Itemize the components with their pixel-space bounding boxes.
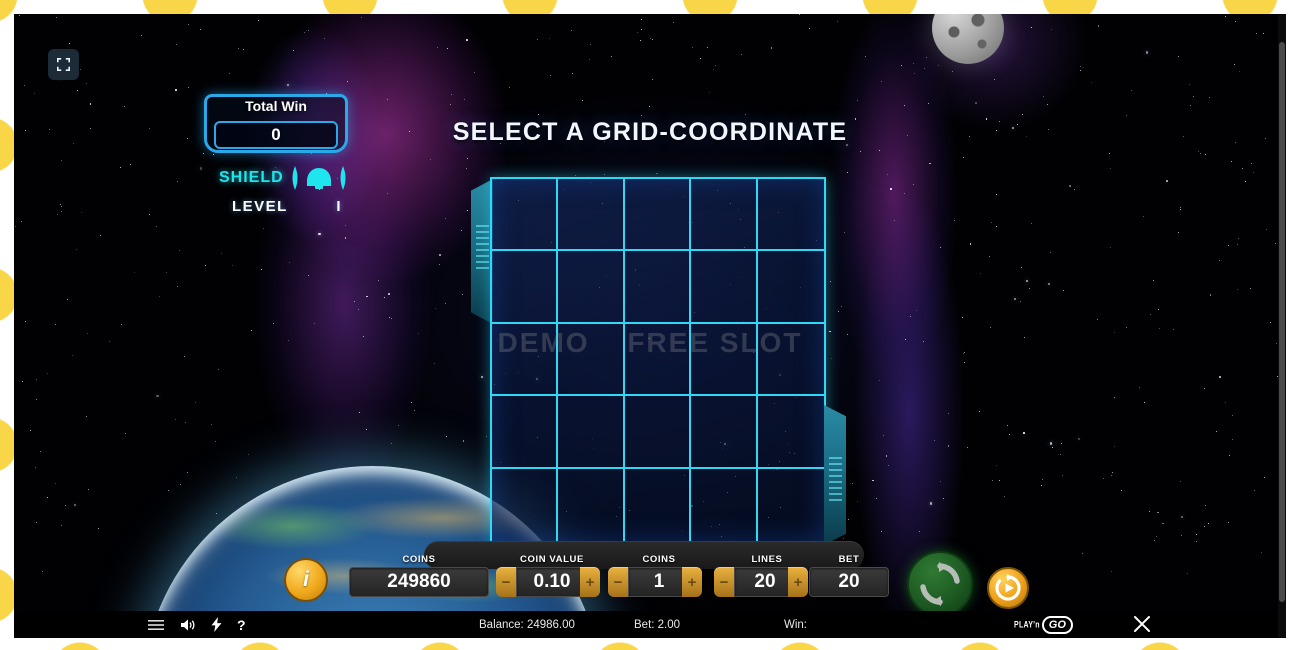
grid-cell-r1-c1[interactable] (492, 179, 559, 252)
status-bar: ? Balance: 24986.00 Bet: 2.00 Win: PLAY'… (14, 611, 1286, 638)
bet-text: Bet: 2.00 (634, 618, 681, 631)
lines-decrease-button[interactable]: − (714, 567, 734, 597)
grid-cell-r3-c3[interactable] (624, 323, 692, 397)
frame-scrollbar[interactable] (1278, 14, 1286, 638)
hamburger-menu-icon (148, 619, 164, 630)
grid-cell-r5-c1[interactable] (492, 468, 559, 541)
info-button[interactable]: i (284, 558, 328, 602)
lines-label: LINES (751, 554, 783, 565)
bet-coins-increase-button[interactable]: + (682, 567, 702, 597)
compress-icon (57, 58, 70, 71)
spin-circular-arrows-icon (920, 562, 960, 606)
help-button[interactable]: ? (237, 617, 246, 633)
grid-cell-r3-c2[interactable] (558, 323, 625, 397)
control-bar: i COINS 249860 COIN VALUE − 0.10 + COINS… (14, 541, 1286, 617)
sound-toggle-button[interactable] (180, 618, 196, 632)
shield-level-row: LEVEL I (232, 198, 342, 215)
grid-cell-r4-c4[interactable] (691, 396, 758, 469)
exit-fullscreen-button[interactable] (48, 49, 79, 80)
shield-indicator: SHIELD (219, 164, 359, 192)
grid-cell-r5-c3[interactable] (625, 468, 692, 541)
grid-cell-r1-c5[interactable] (757, 179, 824, 252)
close-x-icon (1134, 616, 1150, 632)
grid-cell-r2-c2[interactable] (558, 251, 625, 324)
bet-display: 20 (809, 567, 889, 597)
close-button[interactable] (1133, 615, 1151, 636)
total-win-title: Total Win (245, 98, 307, 114)
grid-cell-r1-c3[interactable] (624, 179, 692, 252)
question-mark-icon: ? (237, 616, 246, 633)
grid-cell-r4-c3[interactable] (624, 396, 692, 469)
bet-coins-display: 1 (628, 567, 690, 597)
coin-value-label: COIN VALUE (520, 554, 584, 565)
grid-side-plate-right (824, 405, 846, 545)
hamburger-menu-button[interactable] (148, 619, 164, 631)
grid-cell-r3-c4[interactable] (691, 323, 758, 397)
autoplay-play-icon (995, 574, 1021, 601)
grid-cell-r5-c4[interactable] (691, 468, 758, 541)
grid-container (471, 177, 846, 545)
coins-value: 249860 (349, 567, 489, 597)
coordinate-grid[interactable] (490, 177, 826, 543)
game-frame: Total Win 0 SHIELD LEVEL I SELECT A GRID… (14, 14, 1286, 638)
win-text: Win: (784, 618, 807, 631)
bet-label: BET (838, 554, 860, 565)
grid-cell-r1-c4[interactable] (691, 179, 758, 252)
grid-cell-r2-c1[interactable] (492, 251, 559, 324)
page-title: SELECT A GRID-COORDINATE (452, 118, 848, 146)
coin-value-display: 0.10 (516, 567, 588, 597)
grid-cell-r5-c2[interactable] (558, 468, 625, 541)
grid-cell-r3-c5[interactable] (757, 324, 824, 397)
level-value: I (336, 198, 342, 215)
grid-cell-r3-c1[interactable] (492, 323, 559, 397)
brand-badge: GO (1041, 616, 1073, 634)
grid-cell-r4-c2[interactable] (558, 396, 625, 469)
frame-scrollbar-thumb[interactable] (1279, 42, 1285, 602)
coin-value-increase-button[interactable]: + (580, 567, 600, 597)
bet-coins-label: COINS (642, 554, 676, 565)
turbo-button[interactable] (211, 617, 222, 632)
balance-text: Balance: 24986.00 (479, 618, 575, 631)
lines-increase-button[interactable]: + (788, 567, 808, 597)
playngo-logo: PLAY'n GO (1014, 616, 1073, 634)
bet-coins-decrease-button[interactable]: − (608, 567, 628, 597)
shield-dome-icon (292, 166, 346, 190)
grid-cell-r2-c3[interactable] (624, 251, 692, 324)
lines-display: 20 (734, 567, 796, 597)
coins-label: COINS (402, 554, 436, 565)
grid-cell-r2-c5[interactable] (757, 251, 824, 324)
spin-button[interactable] (907, 551, 973, 617)
lightning-bolt-icon (211, 617, 222, 632)
speaker-icon (181, 619, 195, 630)
shield-label: SHIELD (219, 169, 284, 186)
brand-text: PLAY'n (1014, 620, 1040, 630)
grid-cell-r4-c1[interactable] (492, 396, 559, 469)
grid-cell-r5-c5[interactable] (758, 469, 824, 541)
autoplay-button[interactable] (987, 567, 1029, 609)
grid-cell-r4-c5[interactable] (757, 396, 824, 469)
grid-cell-r2-c4[interactable] (691, 251, 758, 324)
info-icon: i (303, 568, 309, 591)
level-label: LEVEL (232, 198, 288, 215)
coin-value-decrease-button[interactable]: − (496, 567, 516, 597)
grid-cell-r1-c2[interactable] (558, 179, 625, 252)
